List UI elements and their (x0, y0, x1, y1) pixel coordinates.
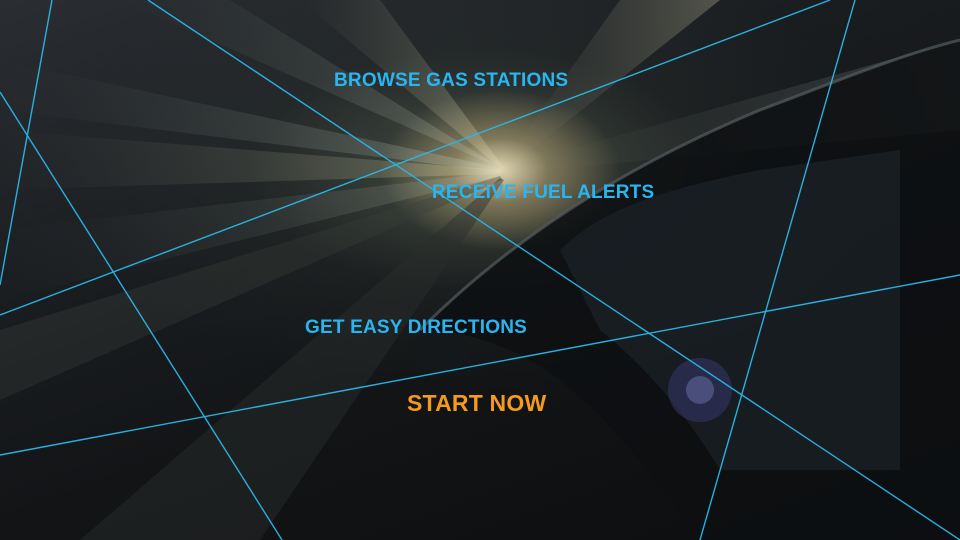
browse-gas-stations-link[interactable]: BROWSE GAS STATIONS (334, 70, 568, 92)
get-easy-directions-link[interactable]: GET EASY DIRECTIONS (305, 317, 527, 339)
start-now-button[interactable]: START NOW (407, 390, 546, 417)
hero-banner: BROWSE GAS STATIONS RECEIVE FUEL ALERTS … (0, 0, 960, 540)
receive-fuel-alerts-link[interactable]: RECEIVE FUEL ALERTS (432, 182, 654, 204)
